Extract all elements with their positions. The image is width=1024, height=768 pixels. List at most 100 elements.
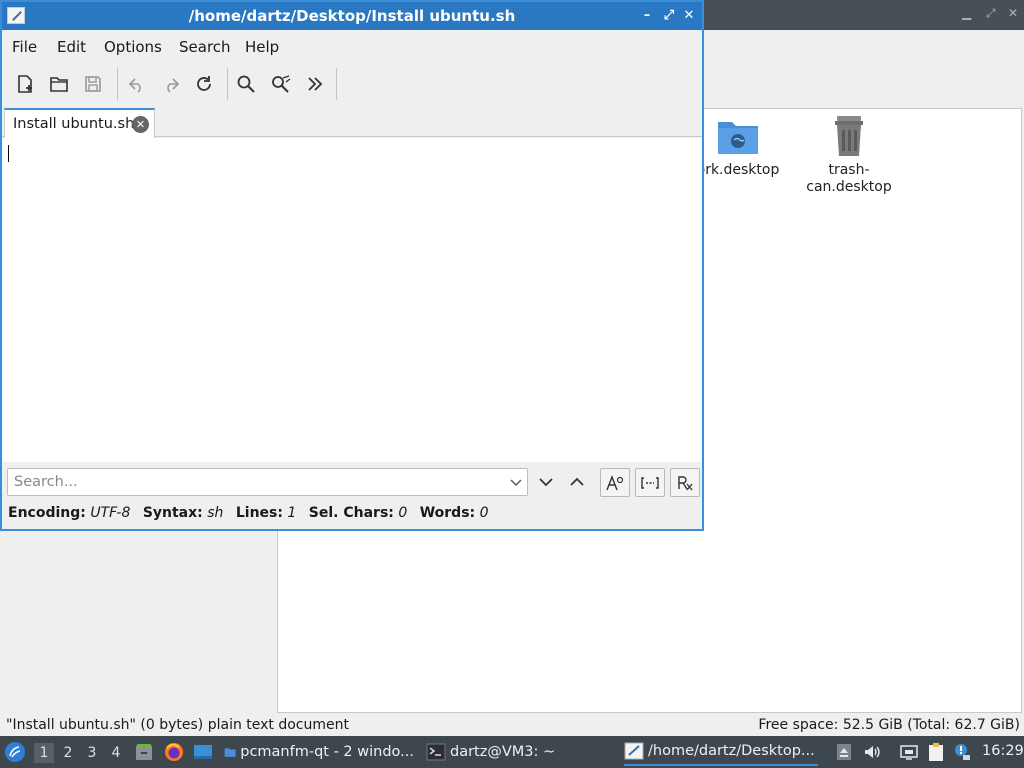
whole-word-icon [641,476,659,489]
menu-search[interactable]: Search [179,38,231,56]
more-actions-button[interactable] [301,70,329,98]
clipboard-button[interactable] [926,742,946,762]
taskbar: 1 2 3 4 pcmanfm-qt - 2 windo... dartz@VM… [0,736,1024,768]
sel-chars-value: 0 [398,505,408,521]
find-icon [237,75,255,93]
clock[interactable]: 16:29 [982,743,1024,759]
find-next-button[interactable] [534,470,558,494]
clipboard-icon [929,743,943,761]
task-pcmanfm[interactable]: pcmanfm-qt - 2 windo... [224,738,414,766]
main-menu-button[interactable] [4,736,26,768]
workspace-4[interactable]: 4 [106,743,126,763]
new-document-button[interactable] [11,70,39,98]
search-input[interactable] [14,472,494,492]
tab-install-ubuntu[interactable]: Install ubuntu.sh ✕ [4,108,155,138]
reload-button[interactable] [190,70,218,98]
toolbar-separator [336,68,337,100]
open-folder-icon [50,77,68,92]
syntax-value: sh [207,505,224,521]
menubar: File Edit Options Search Help [2,32,702,60]
firefox-icon [165,743,183,761]
toolbar-separator [227,68,228,100]
search-combobox[interactable] [7,468,528,496]
menu-edit[interactable]: Edit [57,38,86,56]
minimize-icon[interactable]: – [638,7,656,25]
maximize-icon[interactable]: ⤢ [986,6,996,21]
words-label: Words: [419,505,476,521]
show-desktop-button[interactable] [193,742,213,762]
encoding-value: UTF-8 [90,505,131,521]
workspace-3[interactable]: 3 [82,743,102,763]
close-icon[interactable]: ✕ [1008,6,1018,20]
network-desktop-file[interactable]: ork.desktop [690,114,786,179]
find-previous-button[interactable] [565,470,589,494]
trash-can-label: trash-can.desktop [806,162,892,195]
tab-close-icon[interactable]: ✕ [132,116,149,133]
toolbar-separator [117,68,118,100]
editor-titlebar[interactable]: /home/dartz/Desktop/Install ubuntu.sh – … [2,2,702,30]
close-icon[interactable]: ✕ [680,7,698,25]
network-button[interactable] [899,742,919,762]
words-value: 0 [479,505,489,521]
redo-icon [167,78,180,93]
match-case-button[interactable] [600,468,630,497]
maximize-icon[interactable]: ⤢ [660,7,678,25]
whole-word-button[interactable] [635,468,665,497]
lubuntu-logo-icon [5,742,25,762]
task-terminal[interactable]: dartz@VM3: ~ [426,738,596,766]
file-cabinet-icon [136,744,152,760]
lines-value: 1 [287,505,297,521]
tray-eject-button[interactable] [834,742,854,762]
regex-icon [678,475,693,490]
trash-can-icon [835,116,863,156]
lines-label: Lines: [235,505,283,521]
chevron-down-icon[interactable] [509,473,523,491]
network-desktop-label: ork.desktop [696,162,780,178]
reload-icon [197,76,211,91]
more-icon [308,77,323,91]
task-label: /home/dartz/Desktop... [648,743,815,759]
search-bar [2,464,702,500]
speaker-icon [865,746,880,758]
redo-button[interactable] [157,70,185,98]
file-manager-launcher[interactable] [134,742,154,762]
menu-options[interactable]: Options [104,38,162,56]
folder-icon [224,748,236,757]
save-button[interactable] [79,70,107,98]
firefox-launcher[interactable] [164,742,184,762]
tab-label: Install ubuntu.sh [13,116,135,132]
workspace-2[interactable]: 2 [58,743,78,763]
task-label: pcmanfm-qt - 2 windo... [240,744,414,760]
find-button[interactable] [232,70,260,98]
menu-file[interactable]: File [12,38,37,56]
replace-button[interactable] [267,70,295,98]
task-featherpad[interactable]: /home/dartz/Desktop... [624,738,818,766]
editor-statusbar: Encoding: UTF-8 Syntax: sh Lines: 1 Sel.… [8,505,497,525]
side-pane [0,530,276,712]
text-editor-area[interactable] [2,138,702,462]
trash-can-desktop-file[interactable]: trash-can.desktop [801,114,897,196]
featherpad-icon [624,742,644,760]
menu-help[interactable]: Help [245,38,279,56]
window-title: /home/dartz/Desktop/Install ubuntu.sh [188,7,516,25]
terminal-icon [426,743,446,761]
folder-network-icon [718,122,758,154]
task-label: dartz@VM3: ~ [450,744,556,760]
workspace-1[interactable]: 1 [34,743,54,763]
undo-icon [128,78,141,93]
network-wired-icon [900,745,918,760]
encoding-label: Encoding: [8,505,86,521]
chevron-up-icon [570,477,584,486]
desktop-icon [194,745,212,759]
minimize-icon[interactable]: ▁ [962,6,971,20]
open-button[interactable] [45,70,73,98]
regex-button[interactable] [670,468,700,497]
undo-button[interactable] [123,70,151,98]
volume-button[interactable] [862,742,882,762]
editor-window: /home/dartz/Desktop/Install ubuntu.sh – … [0,0,704,531]
update-notifier-button[interactable] [952,742,972,762]
replace-icon [272,75,291,93]
free-space-status: Free space: 52.5 GiB (Total: 62.7 GiB) [758,717,1020,733]
eject-icon [837,744,851,760]
match-case-icon [606,474,624,490]
